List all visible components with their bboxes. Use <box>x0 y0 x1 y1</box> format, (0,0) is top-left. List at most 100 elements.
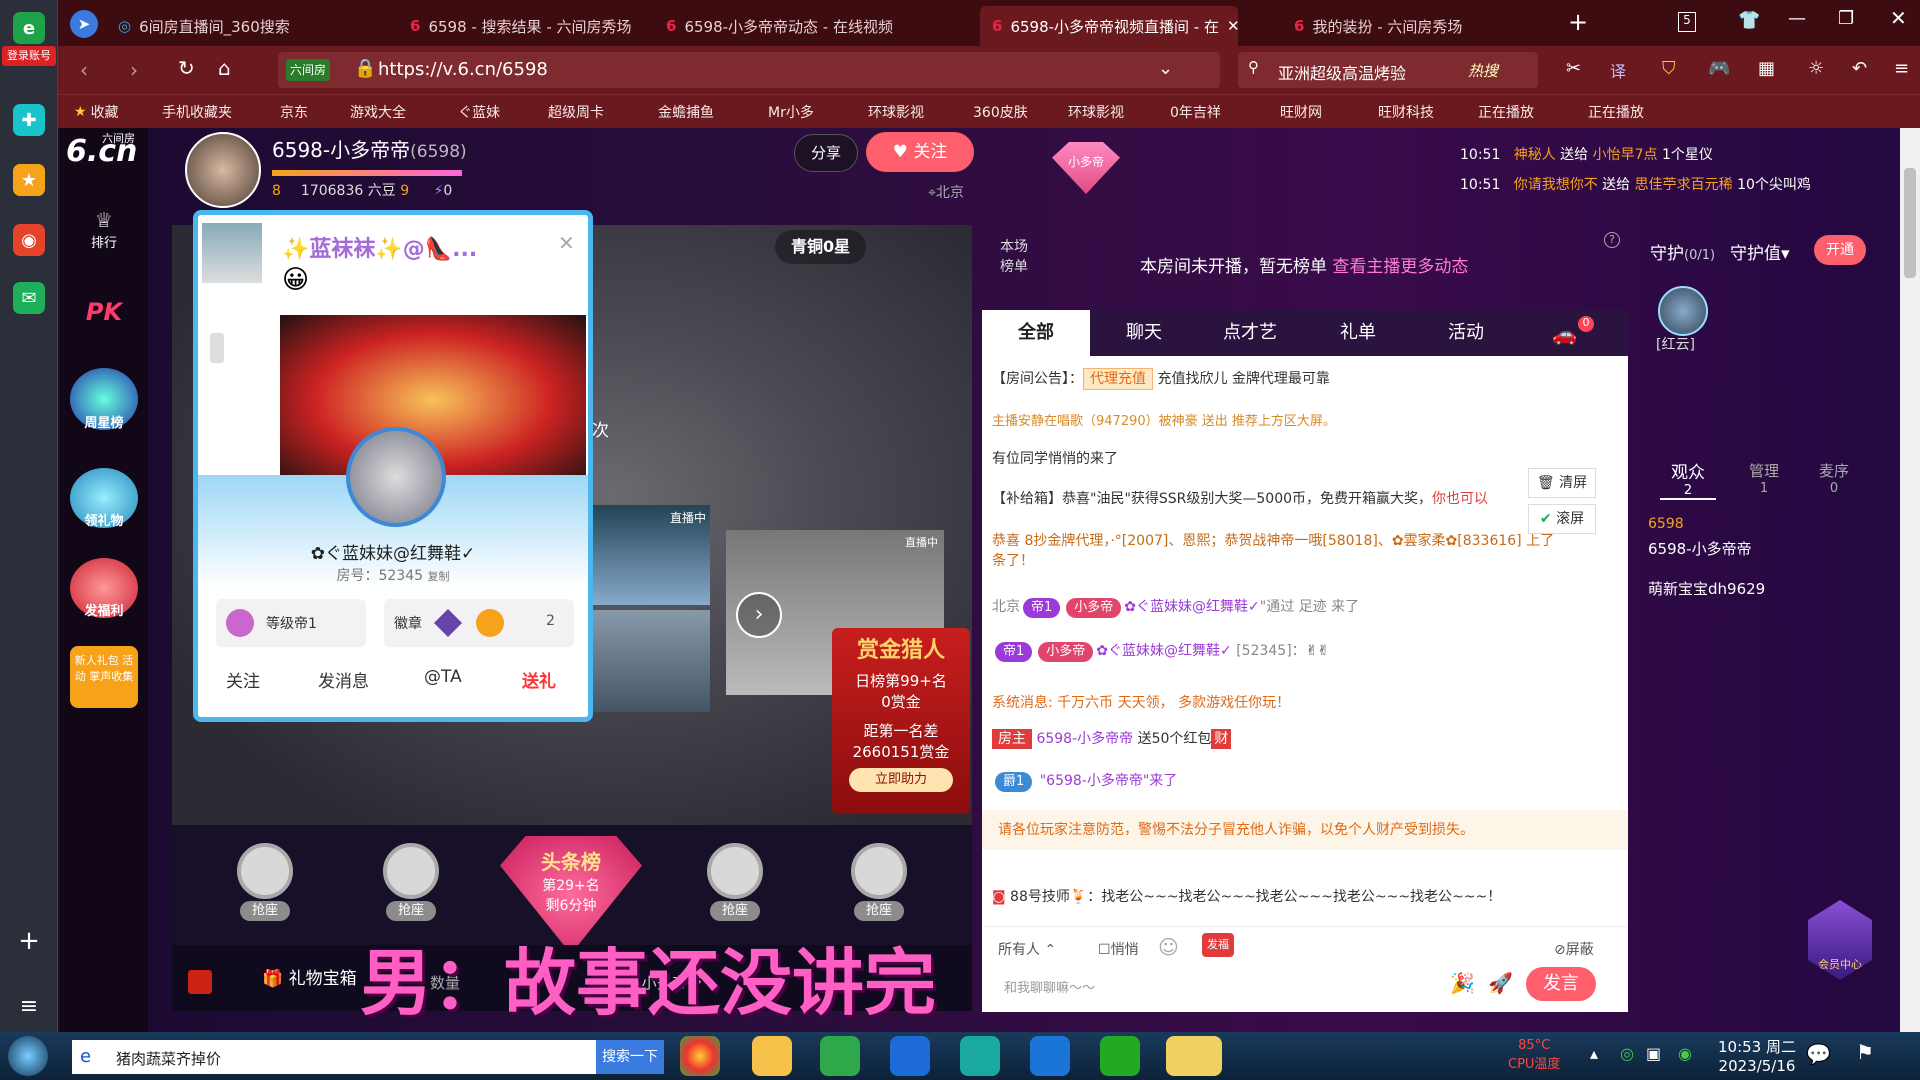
bookmark-item[interactable]: 金蟾捕鱼 <box>658 100 714 124</box>
tray-expand-icon[interactable]: ▴ <box>1590 1044 1598 1063</box>
tray-app-icon[interactable]: ◉ <box>1678 1044 1692 1063</box>
guard-avatar[interactable] <box>1658 286 1708 336</box>
tab-all[interactable]: 全部 <box>982 310 1090 356</box>
car-icon[interactable]: 🚗 <box>1552 322 1577 346</box>
tab-live-room[interactable]: 6 6598-小多帝帝视频直播间 - 在 ✕ <box>980 6 1238 46</box>
plus-app-icon[interactable]: ✚ <box>13 104 45 136</box>
next-arrow-icon[interactable]: › <box>736 592 782 638</box>
open-guard-button[interactable]: 开通 <box>1814 235 1866 265</box>
shield-icon[interactable]: ⛉ <box>1662 58 1676 79</box>
tab-activity[interactable]: 活动 <box>1412 310 1520 356</box>
tab-streamer-dynamic[interactable]: 6 6598-小多帝帝动态 - 在线视频 <box>654 6 904 46</box>
red-packet-icon[interactable]: 财 <box>1211 729 1232 749</box>
bookmark-item[interactable]: 超级周卡 <box>548 100 604 124</box>
medal-box[interactable]: 徽章 2 <box>384 599 574 647</box>
action-center-icon[interactable]: ⚑ <box>1856 1040 1874 1064</box>
restore-icon[interactable]: ❐ <box>1838 8 1854 29</box>
guard-value-dropdown[interactable]: 守护值▾ <box>1730 239 1790 264</box>
scroll-screen-button[interactable]: ✔ 滚屏 <box>1528 504 1596 534</box>
bounty-hunter-panel[interactable]: 赏金猎人 日榜第99+名 0赏金 距第一名差 2660151赏金 立即助力 <box>832 628 970 814</box>
tab-360-search[interactable]: ◎ 6间房直播间_360搜索 <box>106 6 346 46</box>
scissors-icon[interactable]: ✂ <box>1566 58 1581 79</box>
dropdown-icon[interactable]: ⌄ <box>1158 58 1173 79</box>
card-thumb[interactable] <box>202 223 262 283</box>
chat-notification-icon[interactable]: 💬 <box>1806 1042 1831 1066</box>
grid-icon[interactable]: ▦ <box>1758 58 1775 79</box>
taskbar-search-input[interactable]: e 猪肉蔬菜齐掉价 <box>72 1040 596 1074</box>
recommend-thumb[interactable] <box>580 610 710 712</box>
tab-audience[interactable]: 观众 2 <box>1660 458 1716 500</box>
bookmark-item[interactable]: 360皮肤 <box>973 100 1028 124</box>
weibo-icon[interactable]: ◉ <box>13 224 45 256</box>
card-mention-button[interactable]: @TA <box>424 667 462 687</box>
bookmark-item[interactable]: 正在播放 <box>1478 100 1534 124</box>
start-button-icon[interactable] <box>8 1036 48 1076</box>
streamer-avatar[interactable] <box>185 132 261 208</box>
shirt-icon[interactable]: 👕 <box>1738 10 1760 31</box>
star-icon[interactable]: ★ <box>13 164 45 196</box>
video-player-icon[interactable] <box>1100 1036 1140 1076</box>
bookmark-item[interactable]: 环球影视 <box>868 100 924 124</box>
login-button[interactable]: 登录账号 <box>2 46 56 66</box>
more-dynamic-link[interactable]: 查看主播更多动态 <box>1332 257 1468 277</box>
session-ranking-toggle[interactable]: 本场榜单 <box>996 236 1032 276</box>
home-icon[interactable]: ⌂ <box>218 56 231 80</box>
card-send-gift-button[interactable]: 送礼 <box>522 667 556 692</box>
nav-welfare[interactable]: 发福利 <box>70 558 138 619</box>
bookmark-item[interactable]: 旺财网 <box>1280 100 1322 124</box>
tab-talent[interactable]: 点才艺 <box>1196 310 1304 356</box>
360-browser-icon[interactable] <box>820 1036 860 1076</box>
menu-icon[interactable]: ≡ <box>13 990 45 1022</box>
bookmark-item[interactable]: 旺财科技 <box>1378 100 1434 124</box>
new-tab-icon[interactable]: + <box>1568 8 1588 36</box>
gift-box-icon[interactable] <box>188 970 212 994</box>
card-message-button[interactable]: 发消息 <box>318 667 369 692</box>
recommend-thumb[interactable]: 直播中 <box>580 505 710 605</box>
tab-search-results[interactable]: 6 6598 - 搜索结果 - 六间房秀场 <box>398 6 648 46</box>
url-field[interactable]: 六间房 🔒 https://v.6.cn/6598 ⌄ <box>278 52 1220 88</box>
network-icon[interactable]: ▣ <box>1646 1044 1661 1063</box>
bookmark-item[interactable]: 0年吉祥 <box>1170 100 1221 124</box>
seat-slot[interactable]: 抢座 <box>210 835 320 945</box>
bookmark-item[interactable]: ぐ蓝妹 <box>458 100 500 124</box>
sender[interactable]: 神秘人 <box>1514 147 1556 163</box>
forward-icon[interactable]: › <box>130 58 138 82</box>
tab-admin[interactable]: 管理 1 <box>1736 460 1792 496</box>
close-icon[interactable]: ✕ <box>558 231 575 255</box>
browser-logo-icon[interactable]: e <box>13 12 45 44</box>
taskbar-search-button[interactable]: 搜索一下 <box>596 1040 664 1074</box>
audience-user[interactable]: 萌新宝宝dh9629 <box>1648 578 1765 599</box>
nav-weekly-star[interactable]: 周星榜 <box>70 368 138 431</box>
follow-button[interactable]: ♥ 关注 <box>866 132 974 172</box>
bookmark-item[interactable]: 京东 <box>280 100 308 124</box>
welfare-button[interactable]: 发福利 <box>1202 933 1234 975</box>
help-icon[interactable]: ? <box>1604 232 1620 248</box>
bookmark-item[interactable]: Mr小多 <box>768 100 814 124</box>
folder-icon[interactable] <box>752 1036 792 1076</box>
game-icon[interactable]: 🎮 <box>1708 58 1730 79</box>
user-avatar[interactable] <box>346 427 446 527</box>
bookmark-item[interactable]: ★ 收藏 <box>74 100 119 124</box>
shield-button[interactable]: ⊘屏蔽 <box>1554 939 1594 959</box>
bookmark-item[interactable]: 手机收藏夹 <box>162 100 232 124</box>
receiver[interactable]: 小怡早7点 <box>1593 147 1658 163</box>
nav-free-gift[interactable]: 领礼物 <box>70 468 138 529</box>
tab-gift-list[interactable]: 礼单 <box>1304 310 1412 356</box>
chat-user[interactable]: ✿ぐ蓝妹妹@红舞鞋✓ <box>1096 643 1231 659</box>
tab-chat[interactable]: 聊天 <box>1090 310 1198 356</box>
whisper-toggle[interactable]: ☐悄悄 <box>1098 939 1139 959</box>
bookmark-item[interactable]: 环球影视 <box>1068 100 1124 124</box>
card-follow-button[interactable]: 关注 <box>226 667 260 692</box>
navigation-icon[interactable]: ➤ <box>70 10 98 38</box>
send-button[interactable]: 发言 <box>1526 967 1596 1001</box>
receiver[interactable]: 思佳苧求百元稀 <box>1635 177 1733 193</box>
fan-icon[interactable]: 🎉 <box>1450 971 1475 995</box>
nav-rank[interactable]: ♕ 排行 <box>70 208 138 251</box>
chrome-icon[interactable] <box>680 1036 720 1076</box>
brightness-icon[interactable]: ☼ <box>1808 58 1824 79</box>
rank-star-badge[interactable]: 青铜0星 <box>775 230 867 264</box>
level-box[interactable]: 等级帝1 <box>216 599 366 647</box>
gift-treasure[interactable]: 🎁 礼物宝箱 <box>262 964 357 989</box>
ie-icon[interactable] <box>1030 1036 1070 1076</box>
share-button[interactable]: 分享 <box>794 134 858 172</box>
